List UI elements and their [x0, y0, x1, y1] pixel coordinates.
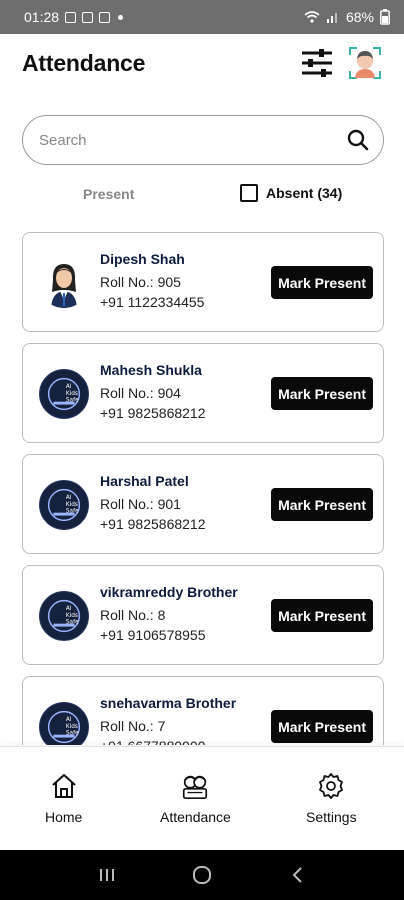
student-card: AI Kids Safe Harshal Patel Roll No.: 901…	[22, 454, 384, 554]
gallery-notification-icon	[65, 11, 77, 23]
chevron-left-icon	[292, 867, 302, 883]
student-info: Dipesh Shah Roll No.: 905 +91 1122334455	[100, 251, 204, 312]
gear-icon	[316, 771, 346, 801]
nav-settings-label: Settings	[306, 809, 357, 825]
circle-home-icon	[192, 866, 211, 884]
student-name: Dipesh Shah	[100, 251, 185, 267]
mark-present-button[interactable]: Mark Present	[271, 377, 373, 410]
student-phone: +91 1122334455	[100, 294, 205, 310]
status-right: 68%	[304, 9, 390, 25]
logo-text-ai: AI	[66, 606, 72, 612]
absent-checkbox[interactable]	[240, 184, 258, 202]
signal-icon	[326, 13, 337, 23]
student-photo-image	[39, 258, 89, 308]
system-nav-bar	[0, 850, 404, 900]
student-roll: Roll No.: 905	[100, 274, 181, 290]
mark-present-button[interactable]: Mark Present	[271, 266, 373, 299]
attendance-filter-tabs: Present Absent (34)	[0, 180, 404, 210]
student-info: Harshal Patel Roll No.: 901 +91 98258682…	[100, 473, 206, 534]
home-icon	[49, 771, 79, 801]
ai-kids-safe-logo: AI Kids Safe	[47, 599, 81, 633]
mark-present-button[interactable]: Mark Present	[271, 599, 373, 632]
logo-text-safe: Safe	[66, 398, 79, 404]
student-roll: Roll No.: 901	[100, 496, 181, 512]
student-phone: +91 6677889900	[100, 736, 236, 745]
page-title: Attendance	[22, 49, 146, 76]
logo-text-kids: Kids	[66, 391, 78, 397]
student-list[interactable]: Dipesh Shah Roll No.: 905 +91 1122334455…	[22, 232, 384, 745]
student-card: AI Kids Safe vikramreddy Brother Roll No…	[22, 565, 384, 665]
ai-kids-safe-logo: AI Kids Safe	[47, 710, 81, 744]
student-roll: Roll No.: 7	[100, 718, 166, 734]
app-header: Attendance	[0, 34, 404, 92]
back-button[interactable]	[282, 860, 312, 890]
student-roll: Roll No.: 8	[100, 607, 166, 623]
wifi-icon	[304, 11, 320, 23]
more-notifications-dot	[118, 14, 124, 20]
logo-text-kids: Kids	[66, 502, 78, 508]
nav-home-label: Home	[45, 809, 83, 825]
logo-text-safe: Safe	[66, 731, 79, 737]
student-info: vikramreddy Brother Roll No.: 8 +91 9106…	[100, 584, 238, 645]
student-info: snehavarma Brother Roll No.: 7 +91 66778…	[100, 695, 236, 745]
student-card: AI Kids Safe Mahesh Shukla Roll No.: 904…	[22, 343, 384, 443]
school-logo-avatar: AI Kids Safe	[39, 591, 89, 641]
student-name: snehavarma Brother	[100, 695, 237, 711]
student-photo	[39, 258, 89, 308]
tab-absent[interactable]: Absent (34)	[240, 184, 342, 202]
facebook-notification-icon-2	[99, 11, 111, 23]
school-logo-avatar: AI Kids Safe	[39, 369, 89, 419]
nav-attendance-label: Attendance	[160, 809, 231, 825]
student-name: Mahesh Shukla	[100, 362, 202, 378]
tab-present[interactable]: Present	[83, 186, 134, 202]
student-name: vikramreddy Brother	[100, 584, 238, 600]
logo-text-safe: Safe	[66, 509, 79, 515]
home-system-button[interactable]	[187, 860, 217, 890]
student-roll: Roll No.: 904	[100, 385, 181, 401]
logo-text-ai: AI	[66, 384, 72, 390]
mark-present-button[interactable]: Mark Present	[271, 710, 373, 743]
student-info: Mahesh Shukla Roll No.: 904 +91 98258682…	[100, 362, 206, 423]
absent-label: Absent (34)	[266, 185, 343, 201]
school-logo-avatar: AI Kids Safe	[39, 480, 89, 530]
recent-apps-button[interactable]	[92, 860, 122, 890]
ai-kids-safe-logo: AI Kids Safe	[47, 377, 81, 411]
status-left: 01:28	[24, 9, 124, 25]
facebook-notification-icon	[82, 11, 94, 23]
school-logo-avatar: AI Kids Safe	[39, 702, 89, 745]
search-input[interactable]	[39, 131, 345, 149]
nav-attendance[interactable]: Attendance	[160, 771, 231, 825]
logo-text-ai: AI	[66, 717, 72, 723]
logo-text-ai: AI	[66, 495, 72, 501]
student-name: Harshal Patel	[100, 473, 189, 489]
profile-button[interactable]	[348, 46, 382, 80]
battery-percent: 68%	[345, 9, 374, 25]
search-box	[22, 115, 384, 165]
recent-apps-icon	[100, 869, 115, 881]
face-scan-icon	[349, 47, 381, 79]
search-icon	[347, 129, 369, 151]
logo-text-kids: Kids	[66, 613, 78, 619]
status-bar: 01:28 68%	[0, 0, 404, 34]
sliders-icon	[302, 49, 332, 77]
logo-text-kids: Kids	[66, 724, 78, 730]
student-card: AI Kids Safe snehavarma Brother Roll No.…	[22, 676, 384, 745]
nav-settings[interactable]: Settings	[306, 771, 357, 825]
header-actions	[300, 46, 382, 80]
student-phone: +91 9106578955	[100, 627, 206, 643]
mark-present-button[interactable]: Mark Present	[271, 488, 373, 521]
logo-text-safe: Safe	[66, 620, 79, 626]
ai-kids-safe-logo: AI Kids Safe	[47, 488, 81, 522]
battery-icon	[380, 9, 390, 25]
student-phone: +91 9825868212	[100, 405, 206, 421]
search-button[interactable]	[345, 127, 371, 153]
bottom-nav: Home Attendance Settings	[0, 746, 404, 850]
students-icon	[180, 771, 210, 801]
nav-home[interactable]: Home	[45, 771, 82, 825]
student-phone: +91 9825868212	[100, 516, 206, 532]
filter-button[interactable]	[300, 48, 334, 78]
status-time: 01:28	[24, 9, 60, 25]
student-card: Dipesh Shah Roll No.: 905 +91 1122334455…	[22, 232, 384, 332]
